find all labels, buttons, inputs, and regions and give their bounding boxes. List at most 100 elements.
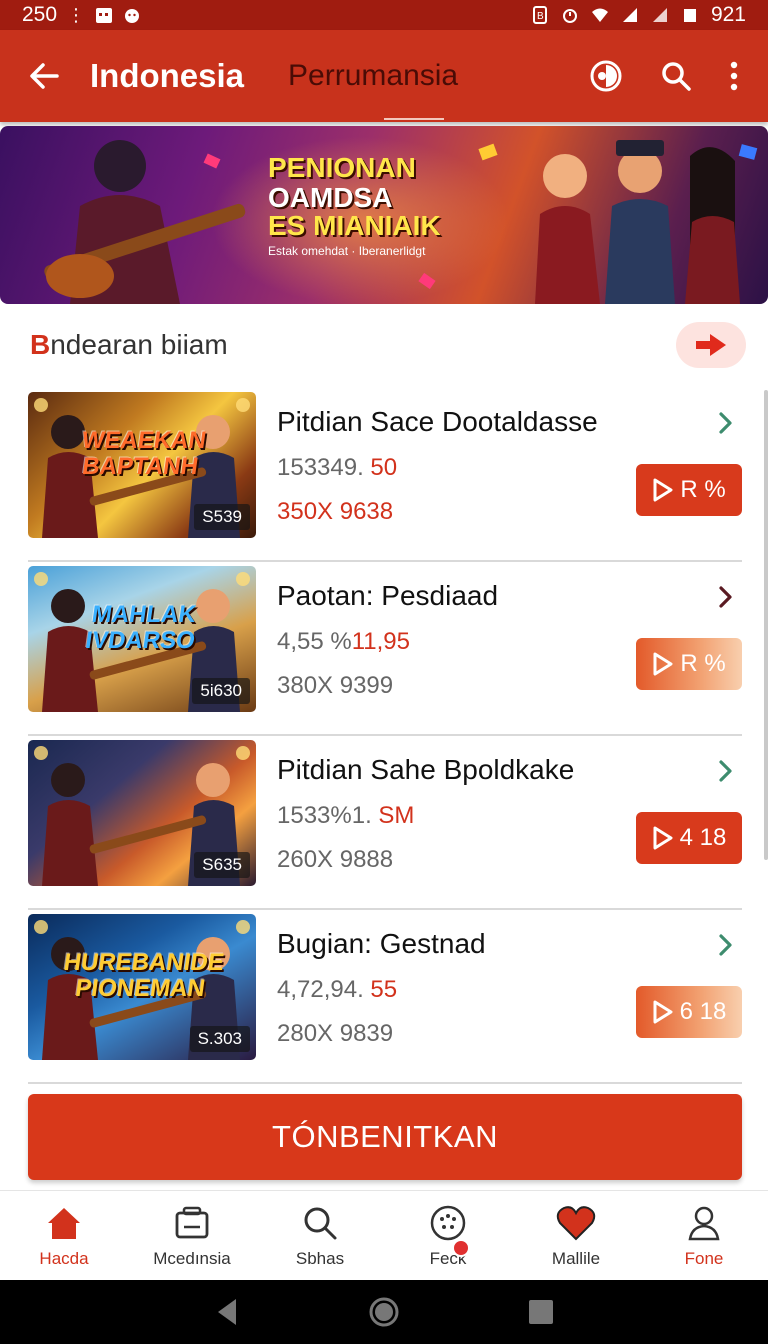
system-home-icon[interactable] (368, 1296, 400, 1328)
game-thumbnail[interactable]: MAHLAK IVDARSO 5i630 (28, 566, 256, 712)
price-main: 4,55 % (277, 628, 352, 655)
item-price: 4,55 %11,95 (277, 628, 410, 656)
nav-label: Mcedınsia (153, 1249, 231, 1268)
thumbnail-corner-icon (236, 746, 250, 760)
chevron-right-icon[interactable] (712, 584, 738, 610)
list-item[interactable]: HUREBANIDE PIONEMAN S.303 Bugian: Gestna… (28, 910, 742, 1084)
profile-ring-button[interactable] (574, 44, 638, 108)
play-button[interactable]: R % (636, 464, 742, 516)
item-title: Bugian: Gestnad (277, 928, 486, 959)
search-icon (662, 62, 691, 91)
price-main: 1533%1. (277, 802, 372, 829)
back-arrow-icon (30, 63, 59, 89)
chevron-right-icon[interactable] (712, 758, 738, 784)
list-item[interactable]: WEAEKAN BAPTANH S539 Pitdian Sace Dootal… (28, 388, 742, 562)
play-icon (653, 826, 673, 850)
wifi-icon (591, 8, 608, 22)
thumbnail-corner-icon (34, 920, 48, 934)
game-thumbnail[interactable]: S635 (28, 740, 256, 886)
tab-perrumansia[interactable]: Perrumansia (288, 30, 458, 122)
media-icon (170, 1201, 214, 1245)
notification-icon: ⋮ (67, 4, 86, 25)
price-accent: 11,95 (351, 628, 410, 655)
play-button-label: 4 18 (679, 824, 727, 851)
thumbnail-badge: S.303 (189, 1026, 250, 1052)
thumbnail-corner-icon (236, 920, 250, 934)
nav-item-mallile[interactable]: Mallile (512, 1191, 640, 1278)
price-main: 153349. (277, 454, 364, 481)
nav-item-sbhas[interactable]: Sbhas (256, 1191, 384, 1278)
nav-item-feck[interactable]: Feck (384, 1191, 512, 1278)
play-button[interactable]: R % (636, 638, 742, 690)
chevron-right-icon[interactable] (712, 410, 738, 436)
item-resolution: 260X 9888 (277, 846, 394, 873)
item-price: 4,72,94. 55 (277, 976, 397, 1004)
item-resolution: 280X 9839 (277, 1020, 394, 1047)
thumbnail-corner-icon (236, 572, 250, 586)
item-resolution: 380X 9399 (277, 672, 394, 699)
search-icon (298, 1201, 342, 1245)
cat-icon (125, 9, 140, 23)
game-thumbnail[interactable]: WEAEKAN BAPTANH S539 (28, 392, 256, 538)
nav-label: Fone (684, 1249, 724, 1268)
app-bar: Indonesia Perrumansia (0, 30, 768, 122)
item-title: Pitdian Sace Dootaldasse (277, 406, 598, 437)
more-vertical-icon (730, 61, 738, 91)
price-accent: 55 (363, 976, 398, 1003)
game-thumbnail[interactable]: HUREBANIDE PIONEMAN S.303 (28, 914, 256, 1060)
nav-item-mcedınsia[interactable]: Mcedınsia (128, 1191, 256, 1278)
nav-label: Sbhas (295, 1249, 345, 1268)
play-button-label: R % (680, 650, 726, 677)
section-title-initial: B (30, 329, 51, 360)
banner-line-3: ES MIANIAIK (268, 210, 441, 241)
alarm-icon (562, 9, 577, 23)
battery-icon (683, 9, 696, 22)
primary-cta-button[interactable]: TÓNBENITKAN (28, 1094, 742, 1180)
nav-item-fone[interactable]: Fone (640, 1191, 768, 1278)
bottom-nav: Hacda Mcedınsia Sbhas Feck Mallile Fone (0, 1190, 768, 1278)
thumbnail-title: MAHLAK IVDARSO (83, 601, 198, 654)
section-title-rest: ndearan biiam (50, 329, 228, 360)
scrollbar[interactable] (764, 390, 768, 860)
status-bar: 250 ⋮ B 921 (0, 0, 768, 30)
back-button[interactable] (0, 30, 90, 122)
thumbnail-corner-icon (34, 572, 48, 586)
banner-subtitle: Estak omehdat · Iberanerlidgt (268, 244, 426, 258)
page-title: Indonesia (90, 57, 245, 94)
heart-icon (554, 1201, 598, 1245)
game-list: WEAEKAN BAPTANH S539 Pitdian Sace Dootal… (28, 388, 742, 1084)
price-accent: 50 (363, 454, 398, 481)
price-accent: SM (371, 802, 415, 829)
section-title: Bndearan biiam (30, 329, 228, 361)
thumbnail-badge: S635 (194, 852, 250, 878)
play-button-label: 6 18 (679, 998, 727, 1025)
banner-line-1: PENIONAN (268, 152, 416, 183)
system-recents-icon[interactable] (528, 1299, 554, 1325)
chevron-right-icon[interactable] (712, 932, 738, 958)
arrow-right-icon (696, 334, 726, 356)
thumbnail-badge: S539 (194, 504, 250, 530)
search-button[interactable] (644, 44, 708, 108)
play-button[interactable]: 6 18 (636, 986, 742, 1038)
price-main: 4,72,94. (277, 976, 364, 1003)
nav-item-hacda[interactable]: Hacda (0, 1191, 128, 1278)
section-more-button[interactable] (676, 322, 746, 368)
play-icon (653, 1000, 673, 1024)
svg-text:B: B (537, 11, 544, 22)
status-time: 250 (22, 3, 58, 26)
thumbnail-corner-icon (236, 398, 250, 412)
system-back-icon[interactable] (214, 1297, 240, 1327)
play-button[interactable]: 4 18 (636, 812, 742, 864)
notification-dot (452, 1239, 470, 1257)
thumbnail-corner-icon (34, 746, 48, 760)
section-header: Bndearan biiam (30, 322, 746, 368)
list-item[interactable]: MAHLAK IVDARSO 5i630 Paotan: Pesdiaad 4,… (28, 562, 742, 736)
item-price: 153349. 50 (277, 454, 397, 482)
play-icon (653, 478, 673, 502)
play-icon (653, 652, 673, 676)
promo-banner[interactable]: PENIONAN OAMDSA ES MIANIAIK Estak omehda… (0, 126, 768, 304)
play-button-label: R % (680, 476, 726, 503)
thumbnail-badge: 5i630 (192, 678, 250, 704)
list-item[interactable]: S635 Pitdian Sahe Bpoldkake 1533%1. SM 2… (28, 736, 742, 910)
more-button[interactable] (714, 44, 754, 108)
